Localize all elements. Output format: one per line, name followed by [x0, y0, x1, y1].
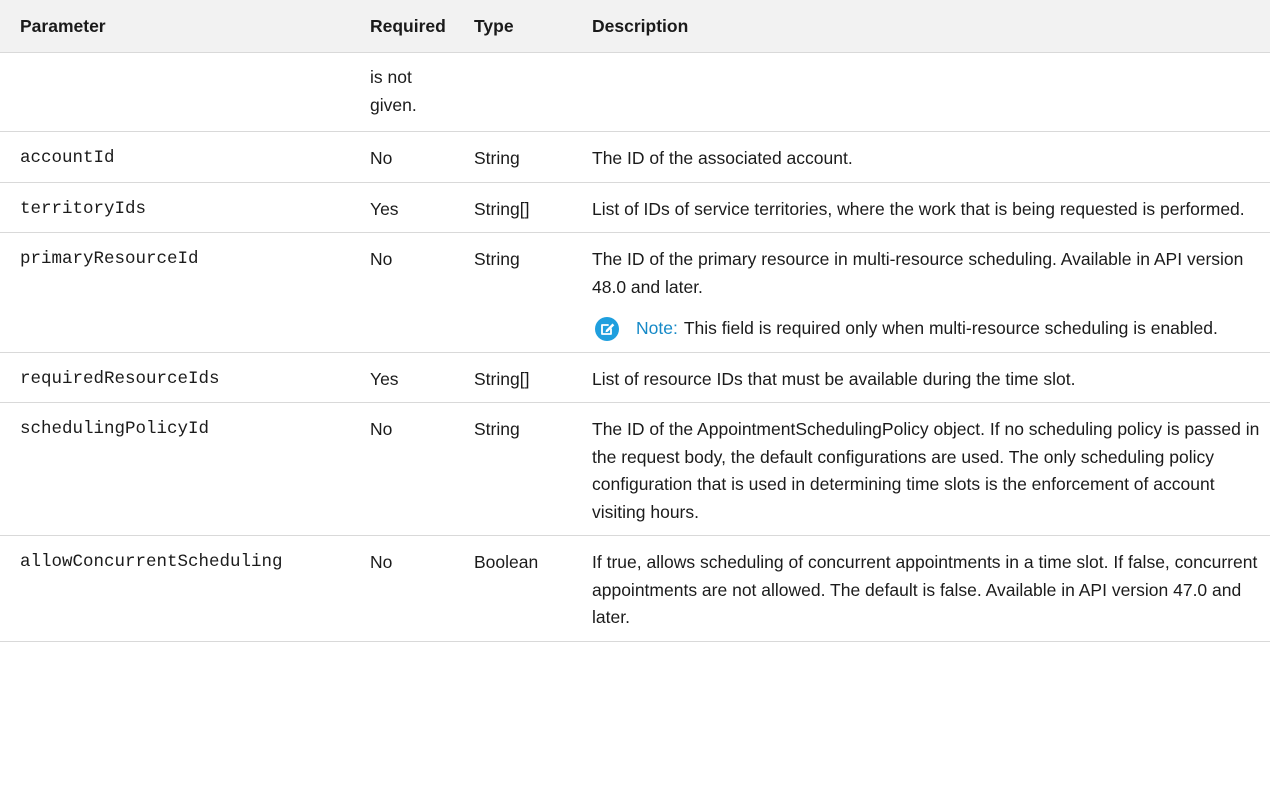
table-row: allowConcurrentScheduling No Boolean If …: [0, 535, 1270, 642]
cell-description: If true, allows scheduling of concurrent…: [580, 535, 1270, 642]
table-header-row: Parameter Required Type Description: [0, 0, 1270, 53]
cell-required: No: [364, 535, 462, 642]
cell-required: No: [364, 232, 462, 353]
cell-description: [580, 52, 1270, 132]
note-callout: Note: This field is required only when mu…: [592, 315, 1262, 343]
header-required: Required: [364, 0, 462, 53]
table-row-continuation: is not given.: [0, 52, 1270, 132]
cell-type: [462, 52, 580, 132]
cell-type: String: [462, 402, 580, 536]
cell-description: List of IDs of service territories, wher…: [580, 182, 1270, 233]
table-row: primaryResourceId No String The ID of th…: [0, 232, 1270, 353]
header-description: Description: [580, 0, 1270, 53]
header-parameter: Parameter: [0, 0, 364, 53]
cell-parameter: territoryIds: [0, 182, 364, 233]
cell-parameter: [0, 52, 364, 132]
cell-required: is not given.: [364, 52, 462, 132]
table-row: territoryIds Yes String[] List of IDs of…: [0, 182, 1270, 233]
parameters-table: Parameter Required Type Description is n…: [0, 0, 1270, 642]
cell-parameter: accountId: [0, 131, 364, 183]
edit-note-icon: [595, 317, 619, 341]
cell-parameter: allowConcurrentScheduling: [0, 535, 364, 642]
cell-type: Boolean: [462, 535, 580, 642]
cell-description: The ID of the primary resource in multi-…: [580, 232, 1270, 353]
header-type: Type: [462, 0, 580, 53]
cell-type: String[]: [462, 352, 580, 403]
cell-description: List of resource IDs that must be availa…: [580, 352, 1270, 403]
cell-type: String: [462, 232, 580, 353]
cell-parameter: schedulingPolicyId: [0, 402, 364, 536]
cell-description: The ID of the associated account.: [580, 131, 1270, 183]
table-row: accountId No String The ID of the associ…: [0, 131, 1270, 183]
cell-required: No: [364, 131, 462, 183]
note-text: This field is required only when multi-r…: [683, 318, 1218, 338]
cell-required: No: [364, 402, 462, 536]
cell-type: String[]: [462, 182, 580, 233]
note-label: Note:: [636, 318, 678, 338]
cell-required: Yes: [364, 182, 462, 233]
table-row: requiredResourceIds Yes String[] List of…: [0, 352, 1270, 403]
cell-type: String: [462, 131, 580, 183]
cell-parameter: requiredResourceIds: [0, 352, 364, 403]
cell-required: Yes: [364, 352, 462, 403]
description-text: The ID of the primary resource in multi-…: [592, 249, 1244, 297]
table-row: schedulingPolicyId No String The ID of t…: [0, 402, 1270, 536]
cell-parameter: primaryResourceId: [0, 232, 364, 353]
cell-description: The ID of the AppointmentSchedulingPolic…: [580, 402, 1270, 536]
